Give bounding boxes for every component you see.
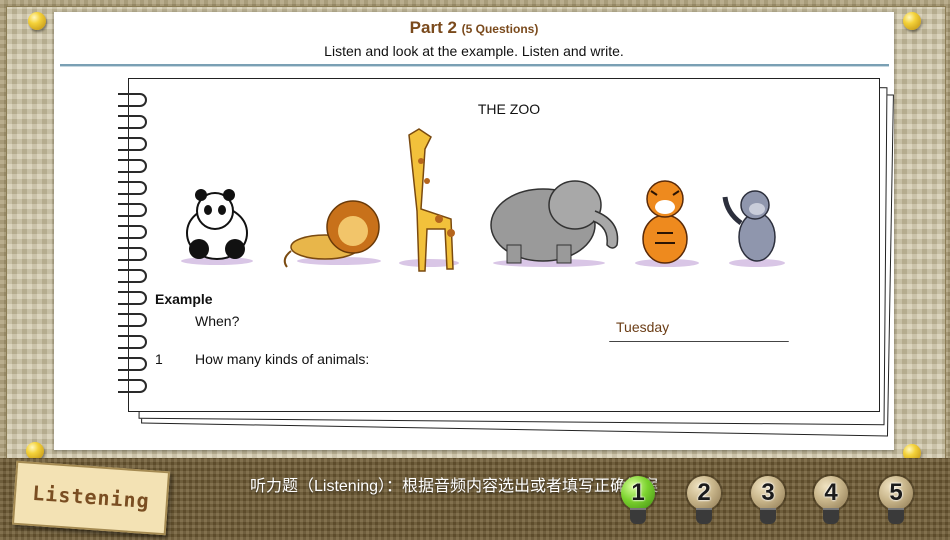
pin-icon xyxy=(903,12,921,30)
question-number-label: 4 xyxy=(824,479,838,506)
question-number-label: 2 xyxy=(697,479,711,506)
question-number-label: 5 xyxy=(889,479,903,506)
bulb-base xyxy=(696,508,712,524)
example-question: When? xyxy=(195,313,240,329)
notebook: THE ZOO Example When? Tuesday 1 How many… xyxy=(104,74,894,444)
notebook-page: THE ZOO Example When? Tuesday 1 How many… xyxy=(128,78,880,412)
bulb-base xyxy=(888,508,904,524)
bulb-base xyxy=(760,508,776,524)
question-text: How many kinds of animals: xyxy=(195,351,370,367)
bulb-base xyxy=(823,508,839,524)
lion-icon xyxy=(283,200,381,268)
part-title: Part 2 (5 Questions) xyxy=(54,18,894,38)
giraffe-icon xyxy=(399,128,459,272)
hint-text: 听力题（Listening）：根据音频内容选出或者填写正确答案 xyxy=(250,478,659,495)
question-1-button[interactable]: 1 xyxy=(618,474,660,530)
example-answer: Tuesday xyxy=(616,319,670,335)
question-number-label: 1 xyxy=(631,479,645,506)
question-number-label: 3 xyxy=(761,479,775,506)
monkey-icon xyxy=(722,190,785,267)
listening-badge-label: Listening xyxy=(31,480,151,514)
question-count: (5 Questions) xyxy=(461,22,539,36)
spiral-binding xyxy=(118,93,147,393)
listening-badge: Listening xyxy=(11,460,171,536)
bottom-bar: Listening 听力题（Listening）：根据音频内容选出或者填写正确答… xyxy=(0,458,950,540)
question-3-button[interactable]: 3 xyxy=(748,474,790,530)
pin-icon xyxy=(28,12,46,30)
elephant-icon xyxy=(490,180,619,267)
question-4-button[interactable]: 4 xyxy=(811,474,853,530)
question-2-button[interactable]: 2 xyxy=(684,474,726,530)
question-5-button[interactable]: 5 xyxy=(876,474,918,530)
divider xyxy=(60,64,889,67)
instructions: Listen and look at the example. Listen a… xyxy=(324,43,624,59)
answer-line xyxy=(609,341,789,342)
question-paper: Part 2 (5 Questions) Listen and look at … xyxy=(54,12,894,450)
animal-illustrations xyxy=(181,128,785,272)
tiger-icon xyxy=(635,180,699,267)
bulb-base xyxy=(630,508,646,524)
part-label: Part 2 xyxy=(409,18,457,37)
panda-icon xyxy=(181,189,253,265)
